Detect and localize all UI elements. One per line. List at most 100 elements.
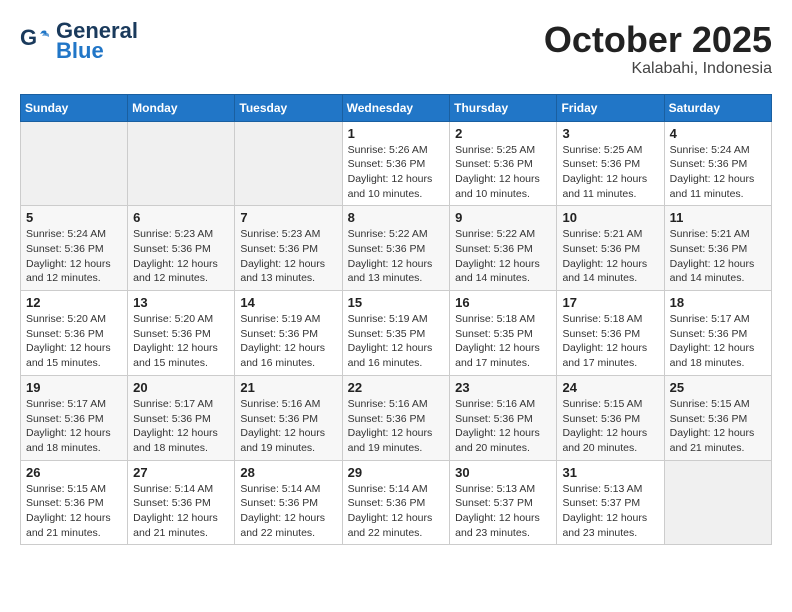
weekday-header-tuesday: Tuesday: [235, 94, 342, 121]
calendar-cell: 3 Sunrise: 5:25 AM Sunset: 5:36 PM Daylig…: [557, 121, 664, 206]
calendar-cell: 7 Sunrise: 5:23 AM Sunset: 5:36 PM Daylig…: [235, 206, 342, 291]
calendar-week-5: 26 Sunrise: 5:15 AM Sunset: 5:36 PM Dayli…: [21, 460, 772, 545]
day-info: Sunrise: 5:13 AM Sunset: 5:37 PM Dayligh…: [562, 482, 658, 541]
calendar-cell: 25Sunrise: 5:15 AM Sunset: 5:36 PM Dayli…: [664, 375, 771, 460]
calendar-week-2: 5Sunrise: 5:24 AM Sunset: 5:36 PM Daylig…: [21, 206, 772, 291]
day-info: Sunrise: 5:13 AM Sunset: 5:37 PM Dayligh…: [455, 482, 551, 541]
calendar-week-4: 19Sunrise: 5:17 AM Sunset: 5:36 PM Dayli…: [21, 375, 772, 460]
title-block: October 2025 Kalabahi, Indonesia: [544, 20, 772, 78]
day-info: Sunrise: 5:15 AM Sunset: 5:36 PM Dayligh…: [26, 482, 122, 541]
day-info: Sunrise: 5:17 AM Sunset: 5:36 PM Dayligh…: [26, 397, 122, 456]
day-info: Sunrise: 5:23 AM Sunset: 5:36 PM Dayligh…: [133, 227, 229, 286]
day-info: Sunrise: 5:14 AM Sunset: 5:36 PM Dayligh…: [133, 482, 229, 541]
calendar-cell: 10Sunrise: 5:21 AM Sunset: 5:36 PM Dayli…: [557, 206, 664, 291]
calendar-cell: 15Sunrise: 5:19 AM Sunset: 5:35 PM Dayli…: [342, 291, 450, 376]
day-number: 14: [240, 295, 336, 310]
day-info: Sunrise: 5:23 AM Sunset: 5:36 PM Dayligh…: [240, 227, 336, 286]
calendar-cell: [128, 121, 235, 206]
day-number: 25: [670, 380, 766, 395]
weekday-header-saturday: Saturday: [664, 94, 771, 121]
calendar-cell: 4 Sunrise: 5:24 AM Sunset: 5:36 PM Daylig…: [664, 121, 771, 206]
calendar-cell: 9 Sunrise: 5:22 AM Sunset: 5:36 PM Daylig…: [450, 206, 557, 291]
svg-text:G: G: [20, 27, 37, 50]
day-number: 2: [455, 126, 551, 141]
calendar-cell: 18Sunrise: 5:17 AM Sunset: 5:36 PM Dayli…: [664, 291, 771, 376]
calendar-cell: 5Sunrise: 5:24 AM Sunset: 5:36 PM Daylig…: [21, 206, 128, 291]
day-number: 21: [240, 380, 336, 395]
day-number: 3: [562, 126, 658, 141]
calendar-cell: [235, 121, 342, 206]
day-number: 30: [455, 465, 551, 480]
month-title: October 2025: [544, 20, 772, 60]
calendar-cell: 16 Sunrise: 5:18 AM Sunset: 5:35 PM Dayli…: [450, 291, 557, 376]
day-number: 24: [562, 380, 658, 395]
calendar-cell: 26 Sunrise: 5:15 AM Sunset: 5:36 PM Dayli…: [21, 460, 128, 545]
calendar-table: SundayMondayTuesdayWednesdayThursdayFrid…: [20, 94, 772, 546]
day-number: 27: [133, 465, 229, 480]
day-info: Sunrise: 5:16 AM Sunset: 5:36 PM Dayligh…: [455, 397, 551, 456]
day-info: Sunrise: 5:15 AM Sunset: 5:36 PM Dayligh…: [562, 397, 658, 456]
day-info: Sunrise: 5:20 AM Sunset: 5:36 PM Dayligh…: [133, 312, 229, 371]
day-number: 28: [240, 465, 336, 480]
calendar-body: 1Sunrise: 5:26 AM Sunset: 5:36 PM Daylig…: [21, 121, 772, 545]
day-info: Sunrise: 5:24 AM Sunset: 5:36 PM Dayligh…: [26, 227, 122, 286]
calendar-cell: 28 Sunrise: 5:14 AM Sunset: 5:36 PM Dayli…: [235, 460, 342, 545]
page-header: G General Blue October 2025 Kalabahi, In…: [20, 20, 772, 78]
day-number: 7: [240, 210, 336, 225]
day-number: 16: [455, 295, 551, 310]
day-number: 18: [670, 295, 766, 310]
day-info: Sunrise: 5:25 AM Sunset: 5:36 PM Dayligh…: [455, 143, 551, 202]
day-info: Sunrise: 5:17 AM Sunset: 5:36 PM Dayligh…: [133, 397, 229, 456]
weekday-header-wednesday: Wednesday: [342, 94, 450, 121]
location-title: Kalabahi, Indonesia: [544, 60, 772, 78]
day-info: Sunrise: 5:24 AM Sunset: 5:36 PM Dayligh…: [670, 143, 766, 202]
day-info: Sunrise: 5:25 AM Sunset: 5:36 PM Dayligh…: [562, 143, 658, 202]
day-number: 17: [562, 295, 658, 310]
calendar-cell: 21 Sunrise: 5:16 AM Sunset: 5:36 PM Dayli…: [235, 375, 342, 460]
logo-icon: G: [20, 27, 50, 55]
day-number: 29: [348, 465, 445, 480]
day-info: Sunrise: 5:22 AM Sunset: 5:36 PM Dayligh…: [348, 227, 445, 286]
calendar-cell: 23 Sunrise: 5:16 AM Sunset: 5:36 PM Dayli…: [450, 375, 557, 460]
day-info: Sunrise: 5:14 AM Sunset: 5:36 PM Dayligh…: [240, 482, 336, 541]
day-number: 12: [26, 295, 122, 310]
day-info: Sunrise: 5:21 AM Sunset: 5:36 PM Dayligh…: [670, 227, 766, 286]
calendar-cell: [21, 121, 128, 206]
day-info: Sunrise: 5:18 AM Sunset: 5:36 PM Dayligh…: [562, 312, 658, 371]
calendar-cell: 30 Sunrise: 5:13 AM Sunset: 5:37 PM Dayli…: [450, 460, 557, 545]
day-number: 9: [455, 210, 551, 225]
calendar-cell: 31 Sunrise: 5:13 AM Sunset: 5:37 PM Dayli…: [557, 460, 664, 545]
weekday-header-thursday: Thursday: [450, 94, 557, 121]
calendar-cell: 2 Sunrise: 5:25 AM Sunset: 5:36 PM Daylig…: [450, 121, 557, 206]
day-info: Sunrise: 5:16 AM Sunset: 5:36 PM Dayligh…: [240, 397, 336, 456]
day-info: Sunrise: 5:21 AM Sunset: 5:36 PM Dayligh…: [562, 227, 658, 286]
calendar-cell: 8 Sunrise: 5:22 AM Sunset: 5:36 PM Daylig…: [342, 206, 450, 291]
day-info: Sunrise: 5:26 AM Sunset: 5:36 PM Dayligh…: [348, 143, 445, 202]
day-number: 4: [670, 126, 766, 141]
weekday-header-friday: Friday: [557, 94, 664, 121]
day-info: Sunrise: 5:22 AM Sunset: 5:36 PM Dayligh…: [455, 227, 551, 286]
day-number: 26: [26, 465, 122, 480]
day-info: Sunrise: 5:18 AM Sunset: 5:35 PM Dayligh…: [455, 312, 551, 371]
weekday-header-sunday: Sunday: [21, 94, 128, 121]
day-number: 8: [348, 210, 445, 225]
calendar-cell: 13Sunrise: 5:20 AM Sunset: 5:36 PM Dayli…: [128, 291, 235, 376]
day-number: 6: [133, 210, 229, 225]
weekday-header-monday: Monday: [128, 94, 235, 121]
calendar-cell: 14Sunrise: 5:19 AM Sunset: 5:36 PM Dayli…: [235, 291, 342, 376]
weekday-header-row: SundayMondayTuesdayWednesdayThursdayFrid…: [21, 94, 772, 121]
calendar-cell: 20Sunrise: 5:17 AM Sunset: 5:36 PM Dayli…: [128, 375, 235, 460]
logo: G General Blue: [20, 20, 138, 62]
day-number: 23: [455, 380, 551, 395]
calendar-cell: 29 Sunrise: 5:14 AM Sunset: 5:36 PM Dayli…: [342, 460, 450, 545]
day-number: 11: [670, 210, 766, 225]
calendar-cell: 11 Sunrise: 5:21 AM Sunset: 5:36 PM Dayli…: [664, 206, 771, 291]
calendar-cell: 22Sunrise: 5:16 AM Sunset: 5:36 PM Dayli…: [342, 375, 450, 460]
calendar-cell: 1Sunrise: 5:26 AM Sunset: 5:36 PM Daylig…: [342, 121, 450, 206]
calendar-week-1: 1Sunrise: 5:26 AM Sunset: 5:36 PM Daylig…: [21, 121, 772, 206]
day-number: 15: [348, 295, 445, 310]
logo-subtext: Blue: [56, 40, 138, 62]
day-info: Sunrise: 5:14 AM Sunset: 5:36 PM Dayligh…: [348, 482, 445, 541]
calendar-cell: 12Sunrise: 5:20 AM Sunset: 5:36 PM Dayli…: [21, 291, 128, 376]
day-number: 31: [562, 465, 658, 480]
